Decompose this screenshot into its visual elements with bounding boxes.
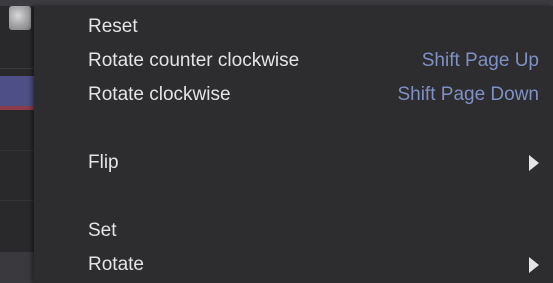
menu-item-rotate-clockwise[interactable]: Rotate clockwise Shift Page Down [88, 80, 539, 110]
submenu-arrow-icon [529, 257, 539, 273]
menu-item-label: Set [88, 220, 117, 241]
image-thumbnail[interactable] [9, 6, 31, 30]
screen: Reset Rotate counter clockwise Shift Pag… [0, 0, 553, 283]
menu-item-label: Rotate clockwise [88, 84, 231, 105]
background-selected-row[interactable] [0, 76, 34, 110]
menu-item-flip[interactable]: Flip [88, 148, 539, 178]
menu-item-label: Rotate counter clockwise [88, 50, 300, 71]
background-divider [0, 200, 34, 201]
menu-item-rotate[interactable]: Rotate [88, 250, 539, 280]
menu-item-shortcut: Shift Page Down [397, 84, 539, 105]
background-divider [0, 68, 34, 69]
context-menu: Reset Rotate counter clockwise Shift Pag… [34, 6, 553, 283]
background-panel [0, 0, 34, 283]
menu-item-shortcut: Shift Page Up [421, 50, 539, 71]
menu-item-label: Rotate [88, 254, 144, 275]
background-footer [0, 252, 34, 283]
menu-item-label: Flip [88, 152, 119, 173]
submenu-arrow-icon [529, 155, 539, 171]
menu-item-set[interactable]: Set [88, 216, 539, 246]
menu-item-reset[interactable]: Reset [88, 12, 539, 42]
menu-item-rotate-counter-clockwise[interactable]: Rotate counter clockwise Shift Page Up [88, 46, 539, 76]
background-divider [0, 150, 34, 151]
menu-item-label: Reset [88, 16, 138, 37]
